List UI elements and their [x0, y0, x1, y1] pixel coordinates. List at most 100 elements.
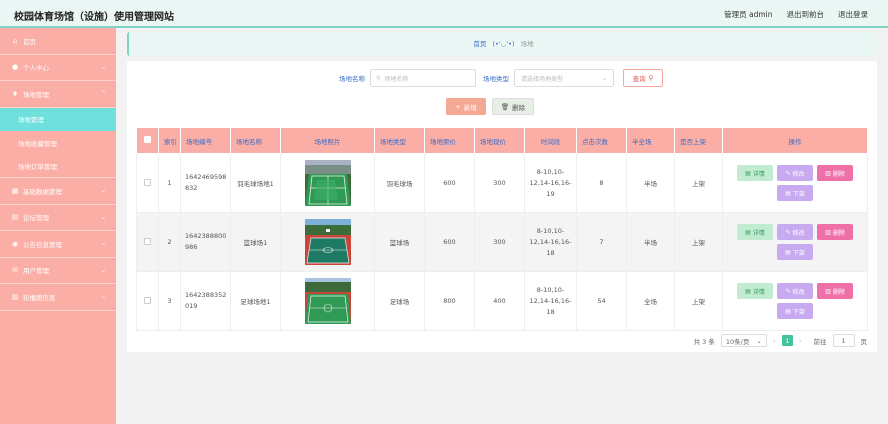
sidebar-item-forum[interactable]: ▤ 论坛管理 ⌄ — [0, 205, 116, 231]
delete-button[interactable]: ▥ 删除 — [817, 283, 853, 299]
table-header-row: 索引 场地编号 场地名称 场地照片 场地类型 场地原价 场地现价 时间段 点击次… — [136, 127, 868, 154]
cell-photo — [280, 212, 375, 272]
document-icon: ▤ — [785, 189, 791, 197]
sidebar-subitem-venue-manage[interactable]: 场地管理 — [0, 107, 116, 131]
pagination: 共 3 条 10条/页 ⌄ ‹ 1 › 前往 1 页 — [694, 334, 867, 347]
next-page-icon[interactable]: › — [799, 337, 802, 345]
venue-name-label: 场地名称 — [339, 75, 365, 83]
venue-name-input[interactable]: ⚲ 场地名称 — [370, 69, 476, 87]
cell-code: 1642469598832 — [180, 153, 231, 213]
col-half[interactable]: 半全场 — [626, 127, 675, 154]
chevron-down-icon: ⌄ — [100, 266, 106, 274]
unshelf-label: 下架 — [792, 190, 805, 198]
add-button[interactable]: + 新增 — [446, 98, 486, 115]
edit-label: 修改 — [792, 170, 805, 178]
query-button[interactable]: 查询 ⚲ — [623, 69, 663, 87]
unshelf-button[interactable]: ▤ 下架 — [777, 244, 813, 260]
chart-icon: ▥ — [11, 292, 19, 301]
sidebar-item-users[interactable]: ✉ 用户管理 ⌄ — [0, 258, 116, 284]
sidebar-item-label: 论坛管理 — [23, 214, 49, 223]
top-header: 校园体育场馆（设施）使用管理网站 管理员 admin 退出到前台 退出登录 — [0, 0, 888, 28]
cell-photo — [280, 271, 375, 331]
detail-label: 详情 — [752, 170, 765, 178]
delete-label: 删除 — [512, 103, 526, 112]
document-icon: ▤ — [745, 169, 751, 177]
row-checkbox[interactable] — [144, 296, 151, 304]
cell-photo — [280, 153, 375, 213]
breadcrumb-home[interactable]: 首页 — [473, 40, 486, 48]
batch-delete-button[interactable]: 🗑 删除 — [492, 98, 534, 115]
row-checkbox[interactable] — [144, 237, 151, 245]
page-size-select[interactable]: 10条/页 ⌄ — [720, 334, 767, 347]
chevron-down-icon: ⌄ — [100, 187, 106, 194]
venue-photo-badminton[interactable] — [304, 160, 351, 206]
venue-photo-football[interactable] — [304, 278, 351, 324]
table-row: 1 1642469598832 羽毛球场地1 羽毛球场 600 300 8-10… — [136, 153, 868, 213]
unshelf-label: 下架 — [792, 308, 805, 316]
plus-icon: + — [455, 102, 461, 111]
cell-half: 半场 — [626, 153, 675, 213]
col-clicks[interactable]: 点击次数 — [576, 127, 627, 154]
total-count: 共 3 条 — [693, 337, 715, 346]
user-icon: ● — [11, 63, 19, 72]
sidebar-item-label: 公告信息管理 — [23, 240, 62, 249]
delete-button[interactable]: ▥ 删除 — [817, 224, 853, 240]
select-all-checkbox[interactable] — [144, 136, 151, 143]
unshelf-button[interactable]: ▤ 下架 — [777, 303, 813, 319]
logout-link[interactable]: 退出登录 — [838, 9, 868, 20]
query-label: 查询 — [632, 75, 646, 83]
row-checkbox[interactable] — [144, 178, 151, 186]
cell-ops: ▤ 详情 ✎ 修改 ▥ 删除 ▤ 下架 — [722, 271, 868, 331]
sidebar-item-venues[interactable]: ♦ 场地管理 ⌃ — [0, 81, 116, 108]
col-shelf[interactable]: 是否上架 — [674, 127, 723, 154]
col-photo[interactable]: 场地照片 — [280, 127, 375, 154]
prev-page-icon[interactable]: ‹ — [773, 337, 776, 345]
delete-button[interactable]: ▥ 删除 — [817, 165, 853, 181]
row-select-cell[interactable] — [136, 153, 159, 213]
select-all-cell[interactable] — [136, 127, 159, 154]
venue-photo-basketball[interactable] — [304, 219, 351, 265]
row-select-cell[interactable] — [136, 212, 159, 272]
page-size-value: 10条/页 — [725, 337, 750, 346]
sidebar-item-notices[interactable]: ◉ 公告信息管理 ⌄ — [0, 231, 116, 258]
edit-button[interactable]: ✎ 修改 — [777, 283, 813, 299]
grid-icon: ▦ — [11, 186, 19, 195]
cell-code: 1642388800986 — [180, 212, 231, 272]
sidebar-item-carousel[interactable]: ▥ 轮播图信息 ⌄ — [0, 284, 116, 311]
col-time[interactable]: 时间段 — [524, 127, 577, 154]
main-content-card: 场地名称 ⚲ 场地名称 场地类型 请选择场地类型 ⌄ 查询 ⚲ + 新增 🗑 删… — [127, 61, 877, 352]
col-code[interactable]: 场地编号 — [180, 127, 231, 154]
back-to-front-link[interactable]: 退出到前台 — [787, 9, 825, 20]
col-type[interactable]: 场地类型 — [374, 127, 425, 154]
col-now-price[interactable]: 场地现价 — [474, 127, 525, 154]
detail-button[interactable]: ▤ 详情 — [737, 165, 773, 181]
edit-button[interactable]: ✎ 修改 — [777, 224, 813, 240]
cell-name: 足球场地1 — [230, 271, 281, 331]
edit-label: 修改 — [792, 288, 805, 296]
sidebar-item-basic-data[interactable]: ▦ 基础数据管理 ⌄ — [0, 178, 116, 205]
sidebar-subitem-venue-orders[interactable]: 场地订单管理 — [0, 155, 116, 178]
col-name[interactable]: 场地名称 — [230, 127, 281, 154]
venue-type-select[interactable]: 请选择场地类型 ⌄ — [514, 69, 614, 87]
row-select-cell[interactable] — [136, 271, 159, 331]
trash-icon: 🗑 — [500, 102, 510, 111]
pencil-icon: ✎ — [785, 228, 791, 236]
edit-button[interactable]: ✎ 修改 — [777, 165, 813, 181]
mail-icon: ✉ — [12, 266, 18, 275]
detail-button[interactable]: ▤ 详情 — [737, 283, 773, 299]
cell-shelf: 上架 — [674, 212, 723, 272]
col-orig-price[interactable]: 场地原价 — [424, 127, 475, 154]
goto-page-input[interactable]: 1 — [832, 334, 855, 347]
page-number-current[interactable]: 1 — [781, 335, 793, 346]
cell-index: 3 — [158, 271, 181, 331]
detail-button[interactable]: ▤ 详情 — [737, 224, 773, 240]
cell-orig-price: 800 — [424, 271, 475, 331]
sidebar-item-label: 用户管理 — [23, 267, 49, 276]
sidebar-item-home[interactable]: ⌂ 首页 — [0, 28, 116, 55]
sidebar-item-profile[interactable]: ● 个人中心 ⌄ — [0, 55, 116, 81]
action-bar: + 新增 🗑 删除 — [446, 98, 534, 115]
sidebar-item-label: 场地管理 — [23, 90, 49, 99]
cell-orig-price: 600 — [424, 212, 475, 272]
unshelf-button[interactable]: ▤ 下架 — [777, 185, 813, 201]
sidebar-subitem-venue-favorites[interactable]: 场地收藏管理 — [0, 131, 116, 155]
